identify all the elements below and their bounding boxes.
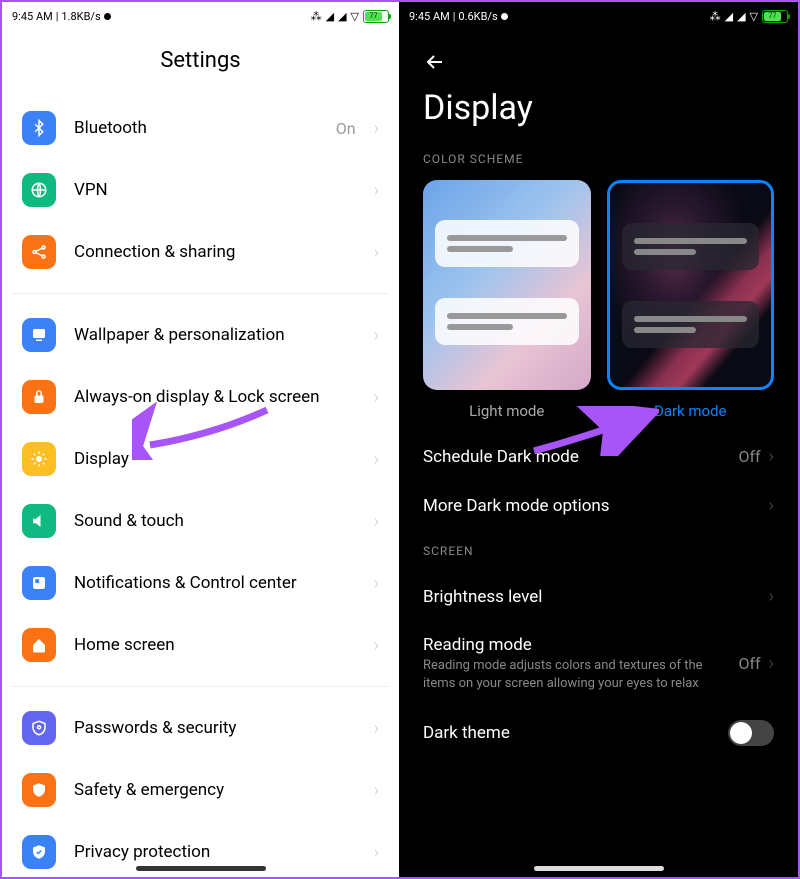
wallpaper-icon: [22, 318, 56, 352]
settings-pane: 9:45 AM | 1.8KB/s ⁂ ◢ ◢ ▽ 77 Settings Bl…: [2, 2, 399, 877]
dot-icon: [501, 13, 508, 20]
section-header: COLOR SCHEME: [399, 152, 798, 180]
notification-icon: [22, 566, 56, 600]
scheme-dark[interactable]: Dark mode: [607, 180, 775, 420]
signal-icon: ◢: [338, 10, 346, 23]
color-scheme-picker: Light mode Dark mode: [399, 180, 798, 432]
chevron-right-icon: ›: [374, 180, 379, 201]
bluetooth-status-icon: ⁂: [710, 10, 721, 23]
row-vpn[interactable]: VPN ›: [12, 159, 389, 221]
row-schedule-dark[interactable]: Schedule Dark mode Off ›: [399, 432, 798, 481]
battery-icon: 77: [762, 10, 788, 23]
status-time: 9:45 AM: [409, 10, 450, 23]
display-pane: 9:45 AM | 0.6KB/s ⁂ ◢ ◢ ▽ 77 Display COL…: [399, 2, 798, 877]
signal-icon: ◢: [737, 10, 745, 23]
chevron-right-icon: ›: [374, 242, 379, 263]
row-home[interactable]: Home screen ›: [12, 614, 389, 676]
status-bar: 9:45 AM | 1.8KB/s ⁂ ◢ ◢ ▽ 77: [2, 2, 399, 30]
chevron-right-icon: ›: [374, 511, 379, 532]
status-speed: 1.8KB/s: [61, 10, 100, 23]
shield-icon: [22, 711, 56, 745]
share-icon: [22, 235, 56, 269]
row-wallpaper[interactable]: Wallpaper & personalization ›: [12, 304, 389, 366]
row-notifications[interactable]: Notifications & Control center ›: [12, 552, 389, 614]
scheme-light[interactable]: Light mode: [423, 180, 591, 420]
chevron-right-icon: ›: [769, 495, 774, 516]
dot-icon: [104, 13, 111, 20]
light-thumbnail: [423, 180, 591, 390]
status-time: 9:45 AM: [12, 10, 53, 23]
status-speed: 0.6KB/s: [458, 10, 497, 23]
wifi-icon: ▽: [750, 10, 758, 23]
bluetooth-icon: [22, 111, 56, 145]
chevron-right-icon: ›: [374, 780, 379, 801]
sound-icon: [22, 504, 56, 538]
chevron-right-icon: ›: [769, 653, 774, 674]
row-bluetooth[interactable]: Bluetooth On ›: [12, 97, 389, 159]
globe-icon: [22, 173, 56, 207]
chevron-right-icon: ›: [374, 449, 379, 470]
chevron-right-icon: ›: [374, 118, 379, 139]
home-indicator[interactable]: [136, 866, 266, 871]
section-header: SCREEN: [399, 544, 798, 572]
row-sound[interactable]: Sound & touch ›: [12, 490, 389, 552]
row-dark-theme[interactable]: Dark theme: [399, 706, 798, 760]
page-title: Display: [399, 78, 798, 152]
chevron-right-icon: ›: [769, 446, 774, 467]
row-display[interactable]: Display ›: [12, 428, 389, 490]
home-indicator[interactable]: [534, 866, 664, 871]
signal-icon: ◢: [326, 10, 334, 23]
battery-icon: 77: [363, 10, 389, 23]
chevron-right-icon: ›: [374, 635, 379, 656]
status-bar: 9:45 AM | 0.6KB/s ⁂ ◢ ◢ ▽ 77: [399, 2, 798, 30]
back-button[interactable]: [399, 30, 798, 78]
home-icon: [22, 628, 56, 662]
page-title: Settings: [2, 30, 399, 97]
dark-theme-toggle[interactable]: [728, 720, 774, 746]
row-reading-mode[interactable]: Reading mode Reading mode adjusts colors…: [399, 621, 798, 706]
row-more-dark-options[interactable]: More Dark mode options ›: [399, 481, 798, 530]
emergency-icon: [22, 773, 56, 807]
settings-list: Bluetooth On › VPN › Connection & sharin…: [2, 97, 399, 877]
row-connection[interactable]: Connection & sharing ›: [12, 221, 389, 283]
chevron-right-icon: ›: [374, 718, 379, 739]
dark-thumbnail: [607, 180, 775, 390]
wifi-icon: ▽: [351, 10, 359, 23]
divider: [12, 686, 389, 687]
divider: [12, 293, 389, 294]
chevron-right-icon: ›: [374, 573, 379, 594]
bluetooth-status-icon: ⁂: [311, 10, 322, 23]
chevron-right-icon: ›: [374, 842, 379, 863]
sun-icon: [22, 442, 56, 476]
row-aod[interactable]: Always-on display & Lock screen ›: [12, 366, 389, 428]
signal-icon: ◢: [725, 10, 733, 23]
row-safety[interactable]: Safety & emergency ›: [12, 759, 389, 821]
chevron-right-icon: ›: [769, 586, 774, 607]
chevron-right-icon: ›: [374, 325, 379, 346]
chevron-right-icon: ›: [374, 387, 379, 408]
row-brightness[interactable]: Brightness level ›: [399, 572, 798, 621]
lock-icon: [22, 380, 56, 414]
row-passwords[interactable]: Passwords & security ›: [12, 697, 389, 759]
privacy-icon: [22, 835, 56, 869]
